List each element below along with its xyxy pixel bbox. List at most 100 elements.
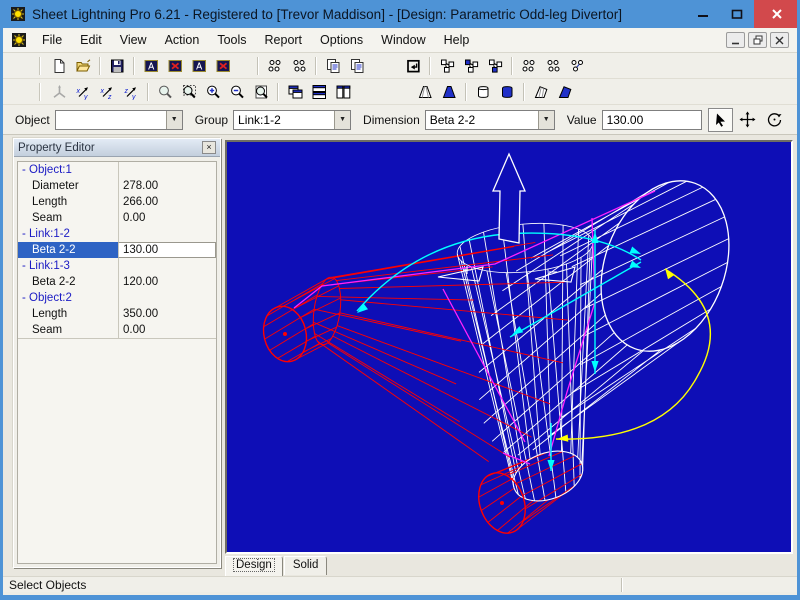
tab-label: Design	[233, 558, 275, 572]
zoom-tool-button[interactable]	[153, 81, 177, 103]
property-name: Length	[32, 196, 68, 208]
group-points-button[interactable]	[517, 55, 541, 77]
dimension-select[interactable]: Beta 2-2 ▼	[424, 109, 555, 130]
solid-cone-button[interactable]	[437, 81, 461, 103]
menu-tools[interactable]: Tools	[208, 30, 255, 50]
property-group-row[interactable]: - Object:2	[18, 290, 216, 306]
tab-solid[interactable]: Solid	[283, 556, 328, 575]
property-group-row[interactable]: - Link:1-3	[18, 258, 216, 274]
link-tree-button[interactable]	[435, 55, 459, 77]
property-editor-titlebar[interactable]: Property Editor ×	[14, 139, 220, 157]
menu-file[interactable]: File	[33, 30, 71, 50]
wireframe-cone-button[interactable]	[413, 81, 437, 103]
select-tool-button[interactable]	[708, 107, 733, 132]
property-value[interactable]: 0.00	[118, 210, 216, 226]
property-row[interactable]: Seam 0.00	[18, 322, 216, 338]
new-document-icon	[54, 58, 64, 73]
app-icon	[11, 7, 25, 21]
property-row[interactable]: Beta 2-2 120.00	[18, 274, 216, 290]
view-xy-button[interactable]: xy	[71, 81, 95, 103]
mdi-minimize-button[interactable]	[726, 32, 745, 48]
property-value[interactable]	[118, 258, 216, 274]
menu-window[interactable]: Window	[372, 30, 434, 50]
axes-button[interactable]	[47, 81, 71, 103]
copy-button[interactable]	[321, 55, 345, 77]
property-row[interactable]: Length 266.00	[18, 194, 216, 210]
open-file-button[interactable]	[71, 55, 95, 77]
new-document-button[interactable]	[47, 55, 71, 77]
property-group-row[interactable]: - Link:1-2	[18, 226, 216, 242]
group-select[interactable]: Link:1-2 ▼	[233, 109, 352, 130]
link-points-button[interactable]	[565, 55, 589, 77]
close-button[interactable]	[754, 0, 797, 28]
property-name: Seam	[32, 212, 63, 224]
zoom-extents-button[interactable]	[249, 81, 273, 103]
chevron-down-icon[interactable]: ▼	[334, 110, 351, 129]
property-value[interactable]	[118, 226, 216, 242]
property-row[interactable]: Diameter 278.00	[18, 178, 216, 194]
panel-close-icon[interactable]: ×	[202, 141, 216, 154]
link-child-button[interactable]	[483, 55, 507, 77]
open-2d-cad-button[interactable]	[139, 55, 163, 77]
document-icon[interactable]	[11, 32, 27, 48]
link-parent-button[interactable]	[459, 55, 483, 77]
zoom-in-button[interactable]	[201, 81, 225, 103]
menu-report[interactable]: Report	[256, 30, 312, 50]
view-xz-button[interactable]: xz	[95, 81, 119, 103]
open-3d-cad-button[interactable]	[187, 55, 211, 77]
pan-tool-button[interactable]	[735, 108, 760, 132]
minimize-button[interactable]	[686, 0, 720, 28]
solid-cylinder-button[interactable]	[495, 81, 519, 103]
property-value[interactable]	[118, 290, 216, 306]
parameter-bar: Object ▼ Group Link:1-2 ▼ Dimension Beta…	[3, 105, 797, 135]
menu-help[interactable]: Help	[435, 30, 479, 50]
title-bar[interactable]: Sheet Lightning Pro 6.21 - Registered to…	[3, 0, 797, 28]
menu-view[interactable]: View	[111, 30, 156, 50]
copy-drawing-button[interactable]	[345, 55, 369, 77]
svg-text:x: x	[99, 88, 104, 95]
zoom-window-button[interactable]	[177, 81, 201, 103]
property-value[interactable]: 266.00	[118, 194, 216, 210]
svg-text:y: y	[83, 94, 88, 100]
flat-pattern-button[interactable]	[529, 81, 553, 103]
toolbar-separator	[277, 82, 279, 101]
cascade-windows-button[interactable]	[283, 81, 307, 103]
insert-object-button[interactable]	[401, 55, 425, 77]
save-button[interactable]	[105, 55, 129, 77]
maximize-button[interactable]	[720, 0, 754, 28]
menu-options[interactable]: Options	[311, 30, 372, 50]
property-value[interactable]	[118, 162, 216, 178]
view-zy-button[interactable]: zy	[119, 81, 143, 103]
close-3d-cad-button[interactable]	[211, 55, 235, 77]
property-row[interactable]: Beta 2-2 130.00	[18, 242, 216, 258]
property-group-row[interactable]: - Object:1	[18, 162, 216, 178]
rotate-tool-button[interactable]	[762, 108, 787, 132]
value-input[interactable]	[601, 109, 702, 130]
design-viewport[interactable]	[225, 140, 793, 554]
property-value[interactable]: 350.00	[118, 306, 216, 322]
menu-action[interactable]: Action	[156, 30, 209, 50]
close-2d-cad-button[interactable]	[163, 55, 187, 77]
property-value[interactable]: 0.00	[118, 322, 216, 338]
property-row[interactable]: Length 350.00	[18, 306, 216, 322]
property-value[interactable]: 130.00	[118, 242, 216, 258]
tab-design[interactable]: Design	[225, 556, 283, 576]
mdi-close-button[interactable]	[770, 32, 789, 48]
open-2d-cad-icon	[144, 59, 158, 72]
unfold-all-button[interactable]	[287, 55, 311, 77]
property-row[interactable]: Seam 0.00	[18, 210, 216, 226]
chevron-down-icon[interactable]: ▼	[165, 110, 182, 129]
menu-edit[interactable]: Edit	[71, 30, 111, 50]
wireframe-cylinder-button[interactable]	[471, 81, 495, 103]
property-value[interactable]: 120.00	[118, 274, 216, 290]
tile-horizontal-button[interactable]	[307, 81, 331, 103]
chevron-down-icon[interactable]: ▼	[537, 110, 554, 129]
tile-vertical-button[interactable]	[331, 81, 355, 103]
object-select[interactable]: ▼	[54, 109, 183, 130]
unfold-selected-button[interactable]	[263, 55, 287, 77]
solid-flat-pattern-button[interactable]	[553, 81, 577, 103]
ungroup-points-button[interactable]	[541, 55, 565, 77]
property-value[interactable]: 278.00	[118, 178, 216, 194]
zoom-out-button[interactable]	[225, 81, 249, 103]
mdi-restore-button[interactable]	[748, 32, 767, 48]
